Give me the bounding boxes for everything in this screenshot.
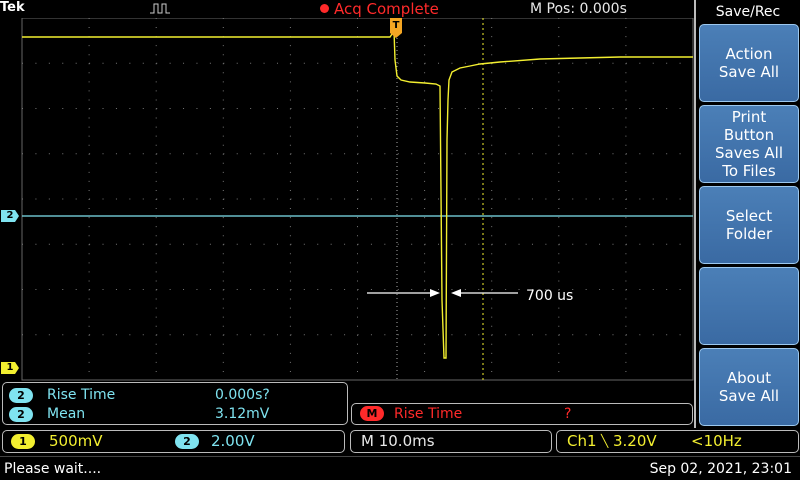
ch1-badge: 1 — [11, 434, 35, 449]
falling-edge-icon: ╲ — [601, 434, 609, 448]
ch2-badge: 2 — [9, 387, 33, 403]
arrow-right-head — [451, 289, 461, 297]
ch2-badge: 2 — [9, 406, 33, 422]
measurement-row: 2 Mean 3.12mV — [9, 404, 345, 424]
side-menu: Save/Rec Action Save All Print Button Sa… — [694, 0, 800, 428]
run-state-icon — [150, 3, 170, 14]
bottom-status-bar: Please wait.... Sep 02, 2021, 23:01 — [0, 456, 800, 480]
about-save-all-button[interactable]: About Save All — [699, 348, 799, 426]
trigger-level: 3.20V — [613, 432, 657, 450]
trigger-frequency: <10Hz — [691, 432, 742, 450]
ch1-scale: 500mV — [49, 432, 103, 450]
ch2-scale: 2.00V — [211, 432, 255, 450]
pulse-width-annotation: 700 us — [526, 288, 574, 304]
measurement-value: 0.000s? — [215, 387, 270, 403]
ch2-badge: 2 — [175, 434, 199, 449]
acquisition-status: Acq Complete — [334, 0, 439, 18]
action-save-all-button[interactable]: Action Save All — [699, 24, 799, 102]
measurement-row: 2 Rise Time 0.000s? — [9, 385, 345, 405]
print-button-saves-all-button[interactable]: Print Button Saves All To Files — [699, 105, 799, 183]
math-measurement-value: ? — [564, 406, 572, 422]
button-label: Action Save All — [718, 45, 780, 81]
button-label: Print Button Saves All To Files — [715, 108, 783, 180]
top-status-bar: Tek Acq Complete M Pos: 0.000s — [0, 0, 694, 18]
select-folder-button[interactable]: Select Folder — [699, 186, 799, 264]
button-label: About Save All — [718, 369, 780, 405]
trigger-readout[interactable]: Ch1 ╲ 3.20V <10Hz — [556, 430, 799, 453]
empty-menu-button[interactable] — [699, 267, 799, 345]
status-message: Please wait.... — [4, 461, 102, 477]
timebase-value: M 10.0ms — [361, 432, 435, 450]
scope-display — [21, 17, 694, 381]
graticule-grid — [21, 17, 694, 381]
math-badge: M — [360, 406, 384, 421]
channel-readout[interactable]: 1 500mV 2 2.00V — [2, 430, 345, 453]
measurement-label: Rise Time — [47, 387, 116, 403]
measurement-panel[interactable]: 2 Rise Time 0.000s? 2 Mean 3.12mV — [2, 382, 348, 425]
arrow-left-head — [430, 289, 440, 297]
button-label: Select Folder — [725, 207, 773, 243]
menu-title: Save/Rec — [715, 4, 781, 20]
math-measurement-label: Rise Time — [394, 406, 463, 422]
brand-logo: Tek — [0, 0, 25, 15]
measurement-label: Mean — [47, 406, 86, 422]
trigger-source: Ch1 — [567, 432, 597, 450]
acq-dot-icon — [320, 4, 329, 13]
measurement-value: 3.12mV — [215, 406, 270, 422]
date-time: Sep 02, 2021, 23:01 — [649, 461, 792, 477]
math-measurement-panel[interactable]: M Rise Time ? — [351, 403, 693, 425]
horizontal-position: M Pos: 0.000s — [530, 1, 627, 17]
timebase-readout[interactable]: M 10.0ms — [350, 430, 552, 453]
ch1-trace — [22, 28, 693, 359]
